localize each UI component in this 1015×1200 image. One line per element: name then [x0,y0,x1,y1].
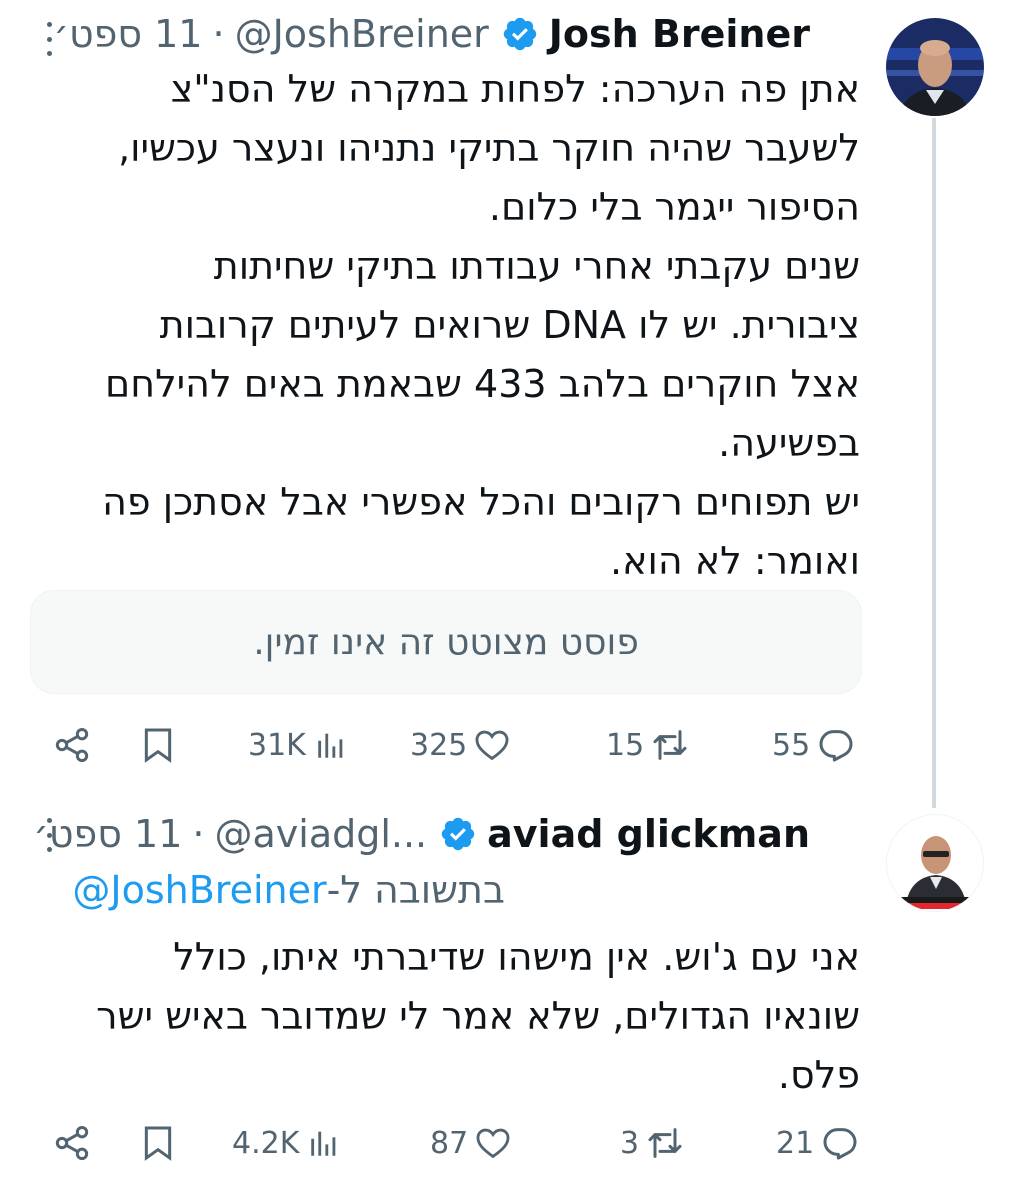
share-icon [55,1126,89,1160]
repost-button[interactable]: 3 [620,1113,685,1173]
more-icon[interactable] [45,818,53,852]
body-line: יש תפוחים רקובים והכל אפשרי אבל אסתכן פה [102,480,860,524]
reply-button[interactable]: 55 [772,715,856,775]
verified-badge-icon [503,17,537,51]
like-button[interactable]: 325 [410,715,511,775]
bookmark-button[interactable] [138,715,178,775]
reply-icon [819,730,853,762]
quoted-post-text: פוסט מצוטט זה אינו זמין. [253,621,639,663]
body-line: אצל חוקרים בלהב 433 שבאמת באים להילחם [105,362,860,406]
tweet2-body: אני עם ג'וש. אין מישהו שדיברתי איתו, כול… [30,928,860,1105]
replies-number: 21 [776,1125,815,1161]
tweet1-actions: 31K 325 15 55 [0,715,1015,775]
views-number: 4.2K [232,1125,300,1161]
body-line: ציבורית. יש לו DNA שרואים לעיתים קרובות [159,303,860,347]
author-name[interactable]: Josh Breiner [549,12,810,56]
verified-badge-icon [441,817,475,851]
tweet1-body: אתן פה הערכה: לפחות במקרה של הסנ"צ לשעבר… [30,60,860,591]
share-button[interactable] [52,1113,92,1173]
repost-icon [653,730,687,760]
views-icon [311,1131,336,1156]
tweet2-header: aviad glickman @aviadgl... · 11 ספט׳ [33,812,810,856]
thread-line [932,118,936,808]
views-count[interactable]: 4.2K [232,1113,341,1173]
post-date[interactable]: 11 ספט׳ [53,12,202,56]
tweet1-header: Josh Breiner @JoshBreiner · 11 ספט׳ [53,12,810,56]
avatar-josh-breiner[interactable] [886,18,984,116]
body-line: שונאיו הגדולים, שלא אמר לי שמדובר באיש י… [96,994,860,1038]
reply-prefix: בתשובה ל- [326,868,505,912]
reply-icon [823,1128,857,1160]
likes-number: 87 [430,1125,469,1161]
replies-number: 55 [772,727,811,763]
body-line: שנים עקבתי אחרי עבודתו בתיקי שחיתות [213,244,860,288]
body-line: פלס. [777,1053,860,1097]
body-line: ואומר: לא הוא. [610,539,860,583]
reposts-number: 15 [606,727,645,763]
separator-dot: · [192,812,205,856]
repost-button[interactable]: 15 [606,715,690,775]
separator-dot: · [212,12,225,56]
reposts-number: 3 [620,1125,640,1161]
tweet2-actions: 4.2K 87 3 21 [0,1113,1015,1173]
views-count[interactable]: 31K [248,715,348,775]
reply-button[interactable]: 21 [776,1113,860,1173]
bookmark-icon [144,728,172,763]
author-name[interactable]: aviad glickman [487,812,810,856]
body-line: אני עם ג'וש. אין מישהו שדיברתי איתו, כול… [173,935,860,979]
more-icon[interactable] [45,22,53,56]
body-line: הסיפור ייגמר בלי כלום. [488,185,860,229]
avatar-aviad-glickman[interactable] [886,814,984,912]
post-date[interactable]: 11 ספט׳ [33,812,182,856]
share-button[interactable] [52,715,92,775]
body-line: בפשיעה. [718,421,860,465]
like-icon [475,730,509,761]
share-icon [55,728,89,762]
views-number: 31K [248,727,306,763]
like-icon [476,1128,510,1159]
repost-icon [648,1128,682,1158]
like-button[interactable]: 87 [430,1113,512,1173]
replying-to: בתשובה ל-@JoshBreiner [72,868,505,912]
bookmark-icon [144,1126,172,1161]
quoted-post-unavailable[interactable]: פוסט מצוטט זה אינו זמין. [30,590,862,694]
bookmark-button[interactable] [138,1113,178,1173]
body-line: אתן פה הערכה: לפחות במקרה של הסנ"צ [170,67,860,111]
author-handle[interactable]: @aviadgl... [214,812,427,856]
views-icon [318,733,343,758]
likes-number: 325 [410,727,468,763]
body-line: לשעבר שהיה חוקר בתיקי נתניהו ונעצר עכשיו… [118,126,860,170]
reply-mention-link[interactable]: @JoshBreiner [72,868,326,912]
author-handle[interactable]: @JoshBreiner [235,12,489,56]
